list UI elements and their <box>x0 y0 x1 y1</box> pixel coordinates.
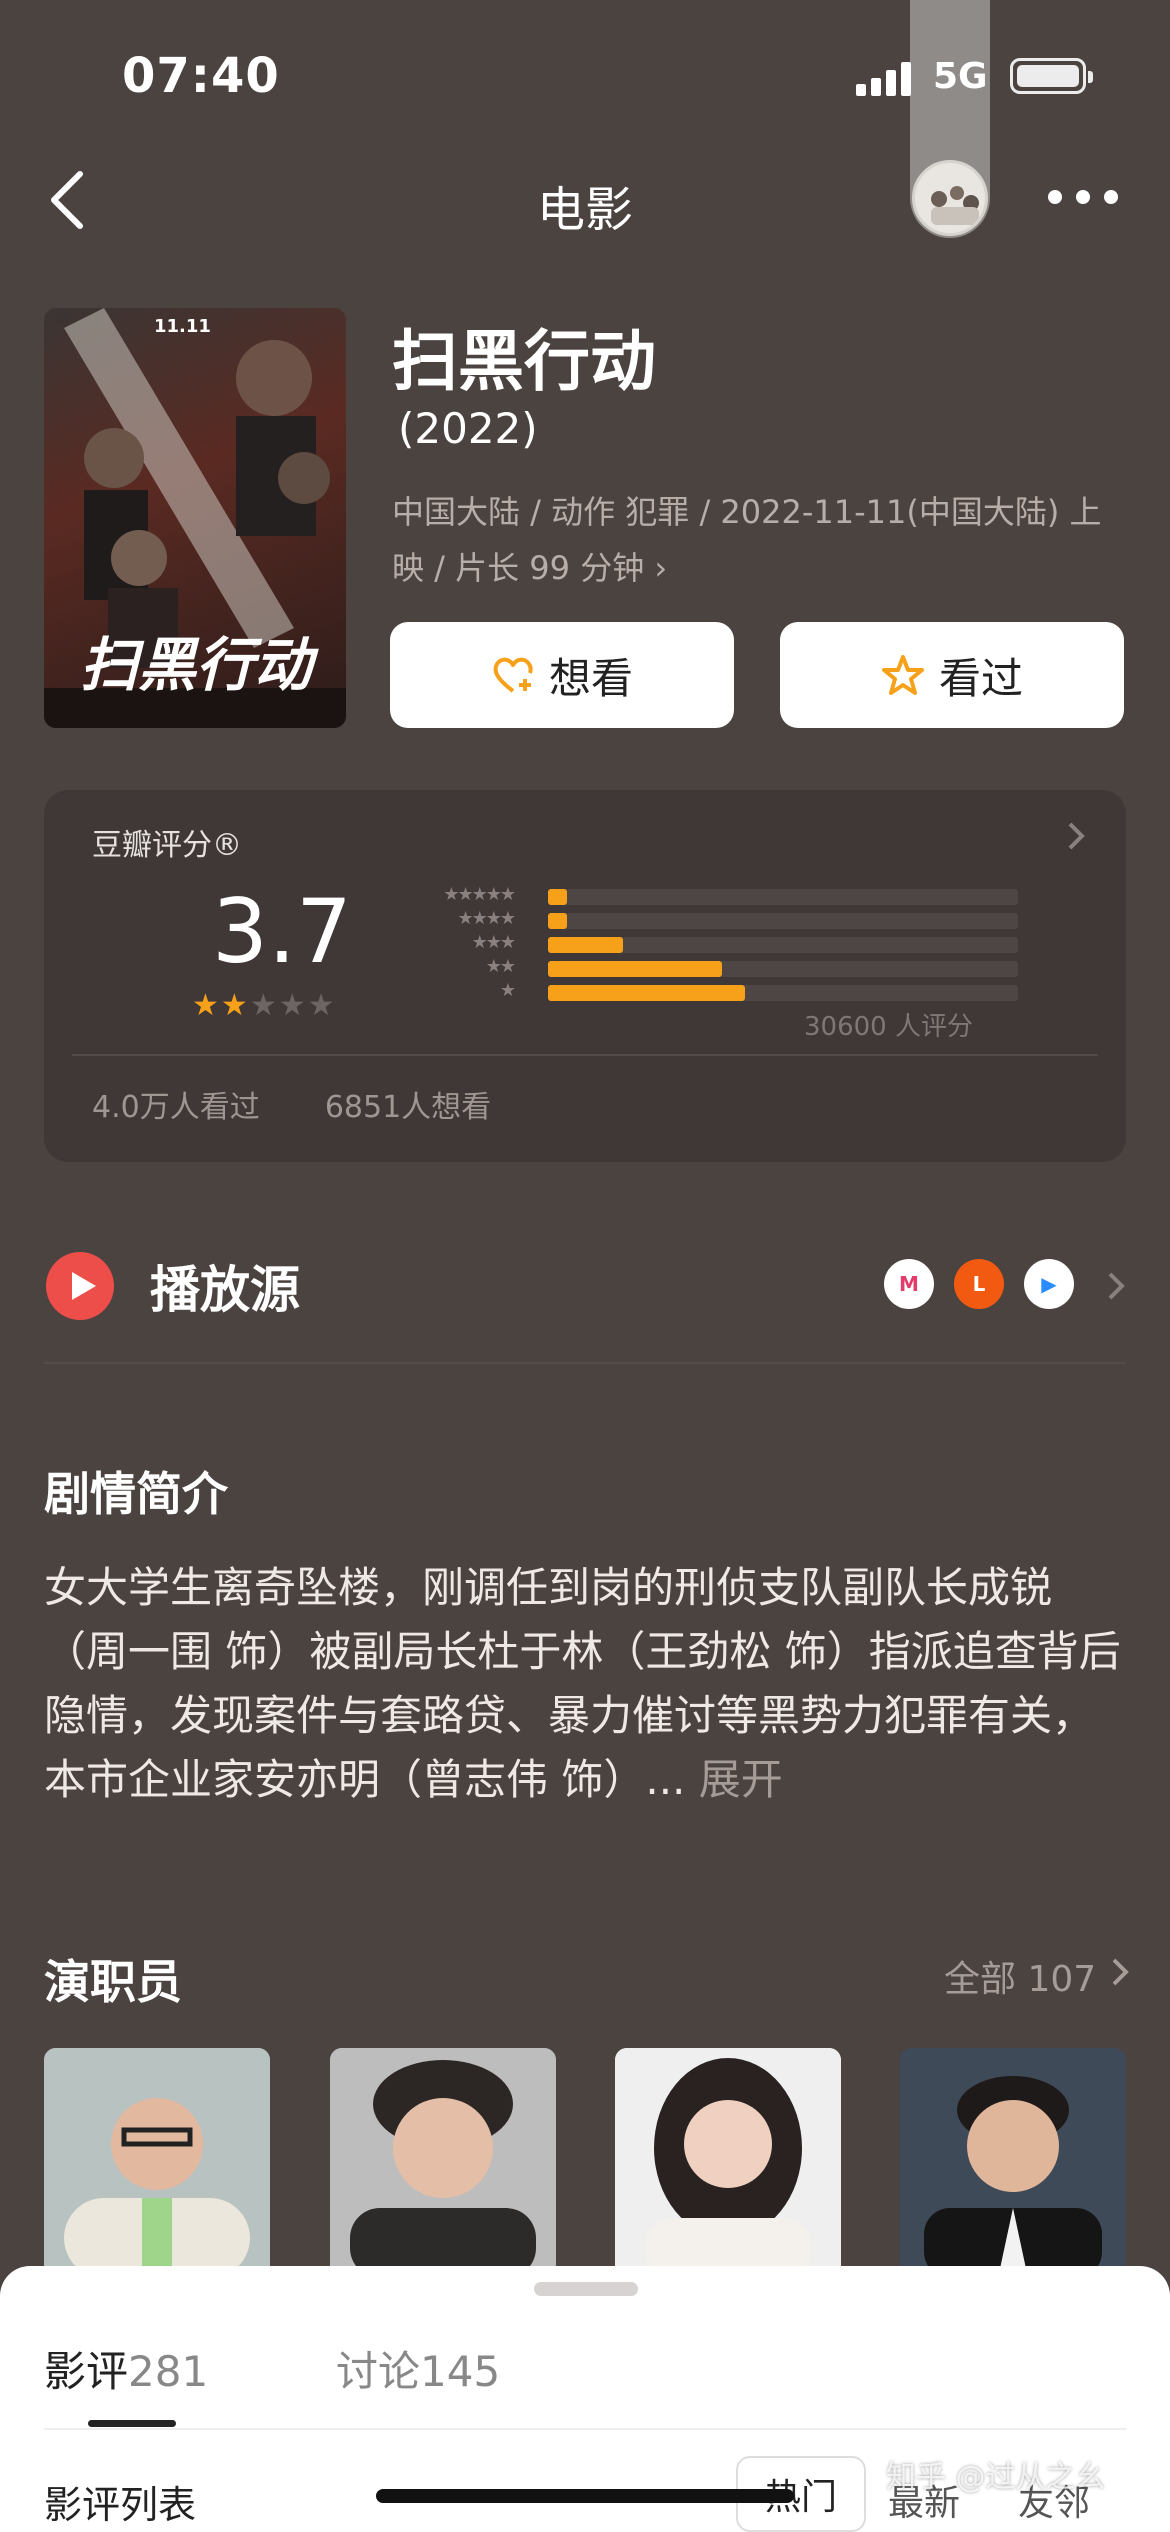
poster-date: 11.11 <box>154 316 211 337</box>
tab-discussions[interactable]: 讨论145 <box>336 2338 500 2399</box>
divider <box>44 2428 1126 2430</box>
page-title: 电影 <box>536 182 633 238</box>
distribution-track <box>548 985 1018 1001</box>
avatar[interactable] <box>912 160 988 236</box>
letv-logo-icon[interactable]: L <box>954 1259 1004 1309</box>
sheet-handle[interactable] <box>534 2282 638 2296</box>
distribution-row: ★ <box>384 980 1024 1002</box>
network-label: 5G <box>933 56 988 97</box>
watched-count: 4.0万人看过 <box>92 1090 260 1125</box>
cast-portrait <box>615 2048 841 2278</box>
rating-stars: ★★★★★ <box>192 988 352 1023</box>
rating-card[interactable]: 豆瓣评分® 3.7 ★★★★★ ★★★★★ ★★★★ ★★★ ★★ ★ 30600 人评… <box>44 790 1126 1162</box>
distribution-bar <box>548 985 746 1001</box>
rating-count: 30600 人评分 <box>804 1012 973 1042</box>
divider <box>44 1362 1126 1364</box>
distribution-row: ★★★ <box>384 932 1024 954</box>
distribution-bar <box>548 937 624 953</box>
distribution-stars: ★★ <box>485 956 516 977</box>
cast-photo[interactable] <box>900 2048 1126 2278</box>
distribution-track <box>548 889 1018 905</box>
home-indicator[interactable] <box>376 2489 794 2503</box>
want-count: 6851人想看 <box>324 1090 492 1125</box>
play-icon <box>46 1252 114 1320</box>
status-time: 07:40 <box>122 48 280 104</box>
star-empty-icon: ★ <box>278 988 306 1023</box>
tab-count: 145 <box>420 2347 501 2396</box>
tab-count: 281 <box>128 2347 209 2396</box>
distribution-row: ★★★★★ <box>384 884 1024 906</box>
tab-indicator <box>88 2420 176 2427</box>
chevron-right-icon[interactable] <box>1106 1270 1126 1302</box>
heart-plus-icon <box>493 657 533 693</box>
movie-meta[interactable]: 中国大陆 / 动作 犯罪 / 2022-11-11(中国大陆) 上映 / 片长 … <box>392 484 1132 596</box>
star-empty-icon: ★ <box>249 988 277 1023</box>
sources-label[interactable]: 播放源 <box>150 1250 300 1322</box>
distribution-stars: ★★★ <box>471 932 516 953</box>
more-button[interactable] <box>1048 190 1118 204</box>
synopsis-text[interactable]: 女大学生离奇坠楼，刚调任到岗的刑侦支队副队长成锐（周一围 饰）被副局长杜于林（王… <box>44 1556 1134 1812</box>
distribution-track <box>548 937 1018 953</box>
cast-title: 演职员 <box>44 1955 182 2009</box>
watermark: 知乎 @过从之幺 <box>886 2460 1106 2495</box>
distribution-stars: ★ <box>499 980 516 1001</box>
tab-reviews[interactable]: 影评281 <box>44 2338 208 2399</box>
movie-title: 扫黑行动 <box>392 323 656 400</box>
cast-photo[interactable] <box>330 2048 556 2278</box>
movie-poster[interactable]: 11.11 扫黑行动 <box>44 308 346 728</box>
rating-distribution: ★★★★★ ★★★★ ★★★ ★★ ★ <box>384 884 1024 1006</box>
synopsis-body: 女大学生离奇坠楼，刚调任到岗的刑侦支队副队长成锐（周一围 饰）被副局长杜于林（王… <box>44 1563 1121 1804</box>
cast-portrait <box>44 2048 270 2278</box>
movie-year: (2022) <box>398 404 538 453</box>
cast-portrait <box>330 2048 556 2278</box>
tab-label: 影评 <box>44 2347 129 2396</box>
cast-photo[interactable] <box>615 2048 841 2278</box>
distribution-bar <box>548 913 567 929</box>
chevron-right-icon <box>1068 822 1085 850</box>
star-filled-icon: ★ <box>192 988 219 1023</box>
tab-label: 讨论 <box>336 2347 421 2396</box>
distribution-stars: ★★★★★ <box>443 884 516 905</box>
poster-title: 扫黑行动 <box>80 631 313 699</box>
seen-button[interactable]: 看过 <box>780 622 1124 728</box>
distribution-row: ★★ <box>384 956 1024 978</box>
want-label: 想看 <box>548 653 633 703</box>
battery-icon <box>1010 58 1093 94</box>
distribution-stars: ★★★★ <box>457 908 516 929</box>
star-filled-icon: ★ <box>220 988 248 1023</box>
star-empty-icon: ★ <box>307 988 335 1023</box>
review-list-label: 影评列表 <box>44 2483 197 2527</box>
cast-photo[interactable] <box>44 2048 270 2278</box>
distribution-track <box>548 961 1018 977</box>
rating-label: 豆瓣评分® <box>92 828 242 863</box>
synopsis-title: 剧情简介 <box>44 1467 228 1521</box>
cast-all-link[interactable]: 全部 107 <box>944 1950 1096 2002</box>
divider <box>72 1054 1098 1056</box>
mgtv-logo-icon[interactable]: M <box>884 1259 934 1309</box>
want-to-watch-button[interactable]: 想看 <box>390 622 734 728</box>
distribution-row: ★★★★ <box>384 908 1024 930</box>
watch-stats: 4.0万人看过 6851人想看 <box>92 1082 491 1126</box>
signal-icon <box>856 60 912 96</box>
cast-portrait <box>900 2048 1126 2278</box>
chevron-right-icon[interactable] <box>1110 1956 1130 1988</box>
distribution-bar <box>548 889 567 905</box>
distribution-bar <box>548 961 722 977</box>
star-outline-icon <box>881 655 924 695</box>
expand-link[interactable]: 展开 <box>685 1755 783 1804</box>
distribution-track <box>548 913 1018 929</box>
youku-logo-icon[interactable]: ▶ <box>1024 1259 1074 1309</box>
rating-score: 3.7 <box>212 880 352 983</box>
seen-label: 看过 <box>938 653 1023 703</box>
